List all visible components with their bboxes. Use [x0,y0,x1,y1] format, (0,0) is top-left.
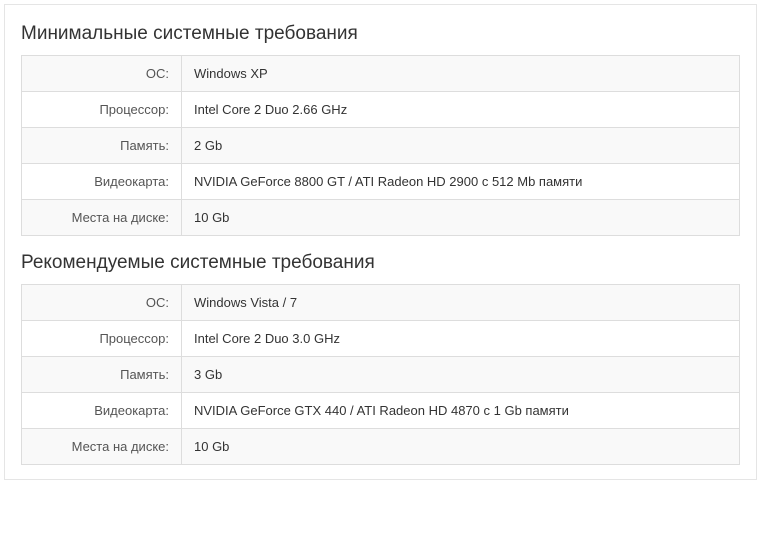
req-value: 10 Gb [182,429,740,465]
req-label: Процессор: [22,321,182,357]
table-row: Видеокарта: NVIDIA GeForce GTX 440 / ATI… [22,393,740,429]
req-value: Windows XP [182,56,740,92]
requirements-panel: Минимальные системные требования ОС: Win… [4,4,757,480]
req-value: 2 Gb [182,128,740,164]
req-label: Процессор: [22,92,182,128]
table-row: Процессор: Intel Core 2 Duo 3.0 GHz [22,321,740,357]
minimum-requirements-table: ОС: Windows XP Процессор: Intel Core 2 D… [21,55,740,236]
req-label: Видеокарта: [22,164,182,200]
table-row: ОС: Windows Vista / 7 [22,285,740,321]
section-title-minimum: Минимальные системные требования [21,17,740,55]
req-label: Память: [22,128,182,164]
req-value: Intel Core 2 Duo 2.66 GHz [182,92,740,128]
table-row: ОС: Windows XP [22,56,740,92]
req-label: Видеокарта: [22,393,182,429]
table-row: Видеокарта: NVIDIA GeForce 8800 GT / ATI… [22,164,740,200]
recommended-requirements-table: ОС: Windows Vista / 7 Процессор: Intel C… [21,284,740,465]
req-value: Intel Core 2 Duo 3.0 GHz [182,321,740,357]
req-label: Места на диске: [22,429,182,465]
table-row: Память: 2 Gb [22,128,740,164]
table-row: Процессор: Intel Core 2 Duo 2.66 GHz [22,92,740,128]
req-value: NVIDIA GeForce GTX 440 / ATI Radeon HD 4… [182,393,740,429]
req-label: ОС: [22,285,182,321]
table-row: Места на диске: 10 Gb [22,429,740,465]
section-title-recommended: Рекомендуемые системные требования [21,236,740,284]
req-value: NVIDIA GeForce 8800 GT / ATI Radeon HD 2… [182,164,740,200]
req-value: Windows Vista / 7 [182,285,740,321]
req-label: ОС: [22,56,182,92]
table-row: Места на диске: 10 Gb [22,200,740,236]
req-label: Память: [22,357,182,393]
req-value: 3 Gb [182,357,740,393]
req-value: 10 Gb [182,200,740,236]
req-label: Места на диске: [22,200,182,236]
table-row: Память: 3 Gb [22,357,740,393]
